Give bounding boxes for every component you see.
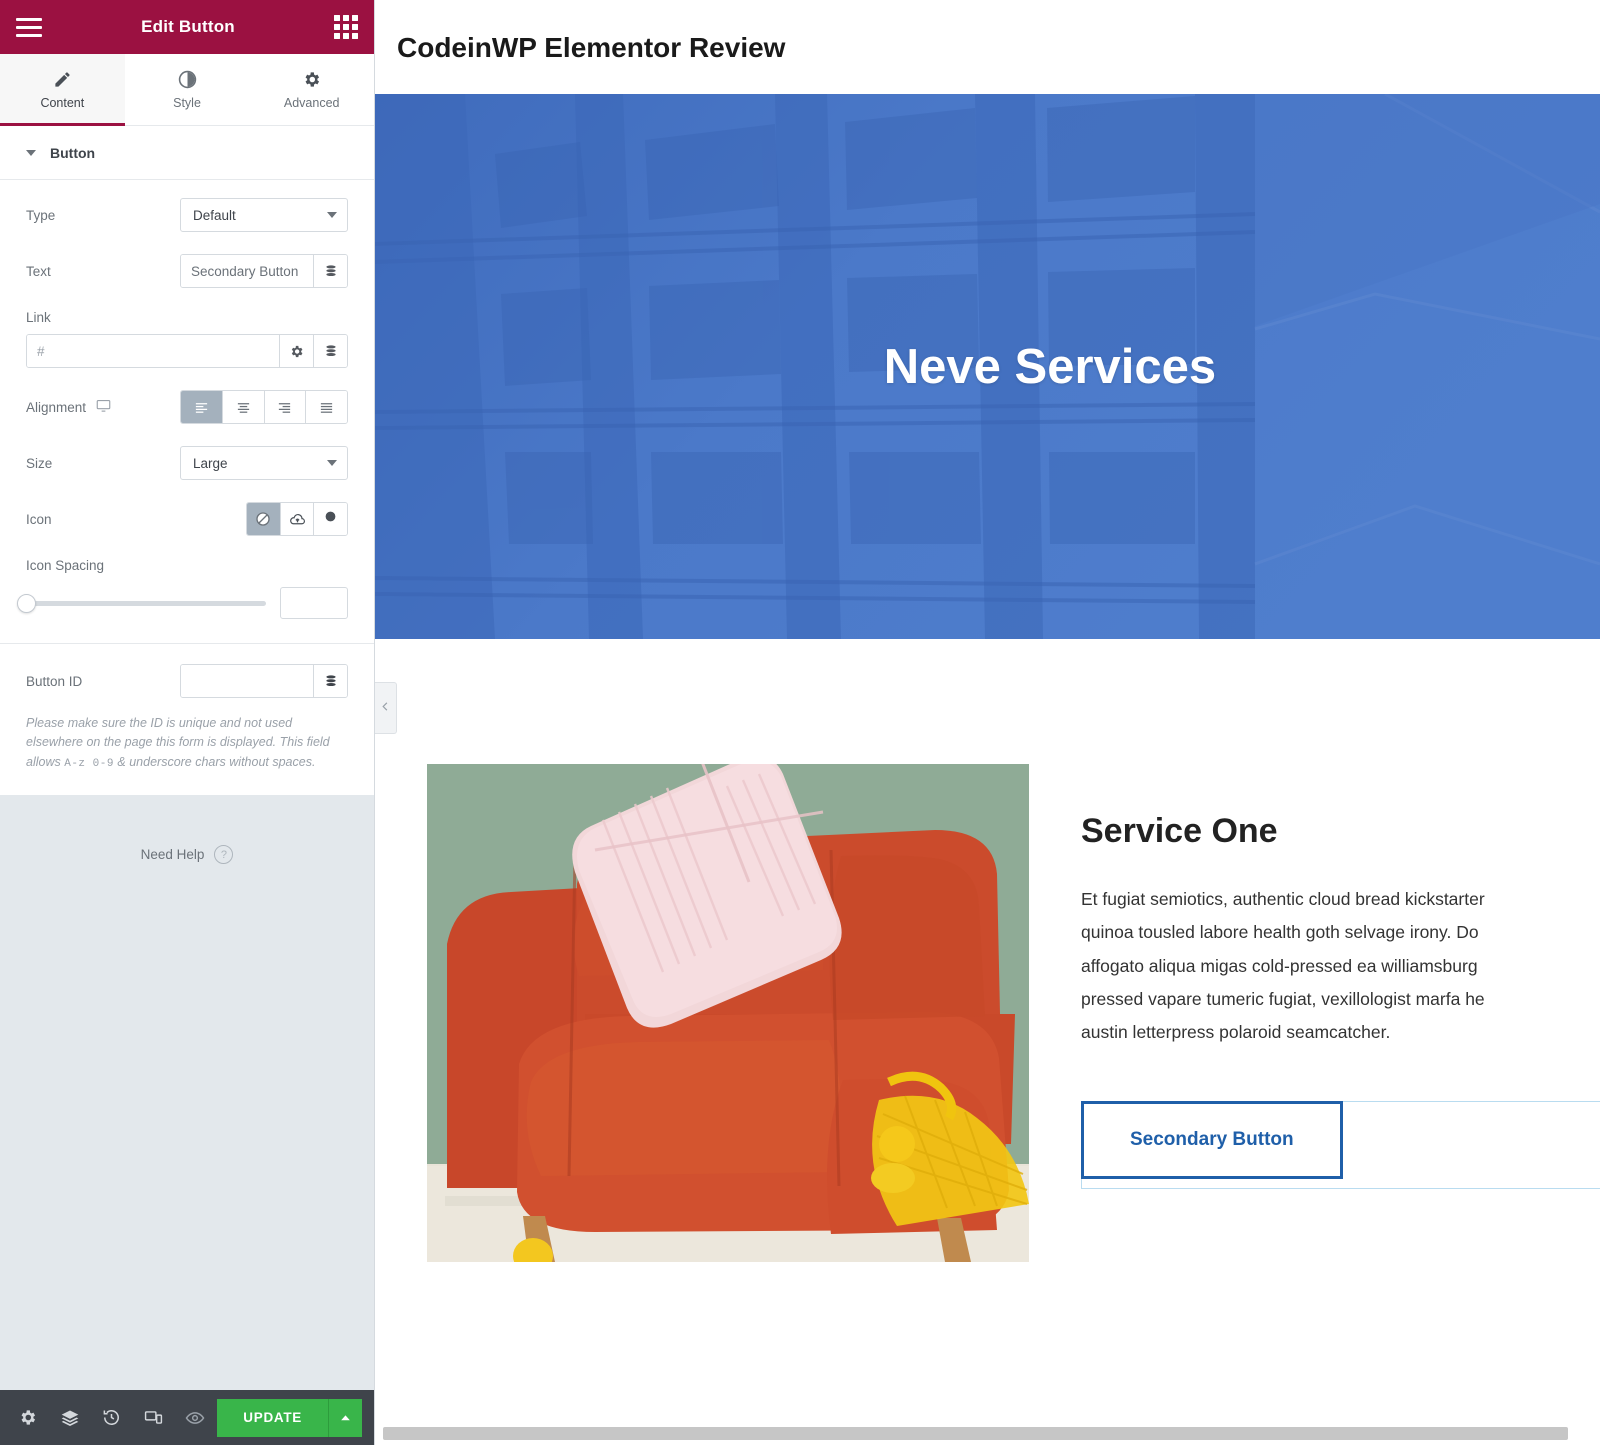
chevron-up-icon[interactable] [328, 1398, 362, 1437]
icon-options [246, 502, 348, 536]
link-input[interactable] [27, 335, 279, 367]
tab-advanced-label: Advanced [283, 95, 340, 110]
button-id-input[interactable] [181, 665, 313, 697]
sofa-photo-illustration [427, 764, 1029, 1262]
tab-style[interactable]: Style [124, 54, 250, 125]
tab-advanced[interactable]: Advanced [249, 54, 375, 125]
editor-panel: Edit Button Content Style Advanced Butto… [0, 0, 375, 1445]
service-text-block: Service One Et fugiat semiotics, authent… [1081, 764, 1600, 1262]
align-right-icon[interactable] [264, 391, 307, 423]
link-label: Link [26, 310, 51, 325]
service-paragraph: Et fugiat semiotics, authentic cloud bre… [1081, 889, 1485, 1042]
tab-content[interactable]: Content [0, 54, 125, 126]
none-ban-icon[interactable] [247, 503, 281, 535]
button-id-label: Button ID [26, 673, 83, 689]
button-controls: Type Default Text Secondary Button Link … [0, 180, 374, 644]
size-select[interactable]: Large [180, 446, 348, 480]
page-title: CodeinWP Elementor Review [397, 32, 786, 63]
icon-label: Icon [26, 511, 52, 527]
database-stack-icon[interactable] [313, 665, 347, 697]
helper-part-2: & underscore chars without spaces. [113, 754, 316, 769]
text-input[interactable] [181, 255, 313, 287]
control-link: Link [26, 310, 348, 368]
size-label: Size [26, 455, 53, 471]
gear-icon[interactable] [279, 335, 313, 367]
button-widget[interactable]: Secondary Button [1081, 1101, 1600, 1190]
panel-footer: UPDATE [0, 1390, 374, 1445]
type-select[interactable]: Default [180, 198, 348, 232]
hamburger-icon[interactable] [16, 17, 42, 37]
upload-cloud-icon[interactable] [280, 503, 315, 535]
section-title: Button [50, 144, 96, 161]
icon-spacing-slider[interactable] [17, 593, 266, 613]
responsive-preview-icon[interactable] [134, 1390, 174, 1445]
panel-collapse-toggle[interactable] [375, 682, 397, 734]
panel-empty-area: Need Help ? [0, 794, 374, 1390]
gear-icon [302, 70, 321, 89]
tab-style-label: Style [173, 95, 201, 110]
section-button-header[interactable]: Button [0, 126, 374, 180]
button-id-section: Button ID Please make sure the ID is uni… [0, 644, 374, 795]
align-justify-icon[interactable] [306, 391, 347, 423]
service-heading: Service One [1081, 812, 1278, 850]
control-type: Type Default [26, 198, 348, 232]
filled-circle-icon[interactable] [314, 503, 347, 535]
text-label: Text [26, 263, 51, 279]
type-value: Default [193, 207, 236, 223]
align-left-icon[interactable] [181, 391, 223, 423]
horizontal-scrollbar[interactable] [383, 1427, 1568, 1440]
pencil-icon [53, 70, 72, 89]
slider-handle[interactable] [17, 593, 36, 613]
alignment-options [180, 390, 348, 424]
control-size: Size Large [26, 446, 348, 480]
type-label: Type [26, 207, 56, 223]
update-button[interactable]: UPDATE [217, 1398, 328, 1437]
need-help-link[interactable]: Need Help ? [141, 843, 234, 867]
contrast-circle-icon [178, 70, 197, 89]
chevron-left-icon [380, 699, 391, 717]
control-icon: Icon [26, 502, 348, 536]
editor-canvas: CodeinWP Elementor Review Neve Services … [375, 0, 1600, 1445]
chevron-down-icon [327, 460, 337, 466]
gear-icon[interactable] [8, 1390, 48, 1445]
panel-header: Edit Button [0, 0, 374, 54]
button-id-helper-text: Please make sure the ID is unique and no… [26, 714, 348, 773]
alignment-label: Alignment [26, 399, 87, 415]
layers-icon[interactable] [50, 1390, 90, 1445]
service-section: Service One Et fugiat semiotics, authent… [375, 639, 1600, 1262]
need-help-label: Need Help [140, 847, 205, 863]
helper-allowed-chars: A-z 0-9 [64, 757, 114, 770]
align-center-icon[interactable] [222, 391, 265, 423]
hero-title: Neve Services [883, 339, 1217, 394]
secondary-button[interactable]: Secondary Button [1081, 1101, 1343, 1180]
history-icon[interactable] [92, 1390, 132, 1445]
desktop-icon[interactable] [96, 398, 111, 416]
question-circle-icon[interactable]: ? [214, 845, 234, 865]
database-stack-icon[interactable] [313, 335, 347, 367]
eye-preview-icon[interactable] [175, 1390, 215, 1445]
database-stack-icon[interactable] [313, 255, 347, 287]
elementor-editor: Edit Button Content Style Advanced Butto… [0, 0, 1600, 1445]
chevron-down-icon [26, 149, 36, 156]
control-icon-spacing: Icon Spacing [17, 558, 348, 619]
panel-tabs: Content Style Advanced [0, 54, 375, 126]
sofa-image[interactable] [427, 764, 1029, 1262]
size-value: Large [193, 455, 228, 471]
control-alignment: Alignment [26, 390, 348, 424]
panel-title: Edit Button [141, 17, 235, 36]
icon-spacing-input[interactable] [280, 587, 348, 619]
icon-spacing-label: Icon Spacing [26, 558, 105, 573]
apps-grid-icon[interactable] [333, 15, 358, 39]
chevron-down-icon [327, 212, 337, 218]
hero-section[interactable]: Neve Services [375, 94, 1600, 639]
tab-content-label: Content [40, 95, 85, 110]
control-text: Text [26, 254, 348, 288]
